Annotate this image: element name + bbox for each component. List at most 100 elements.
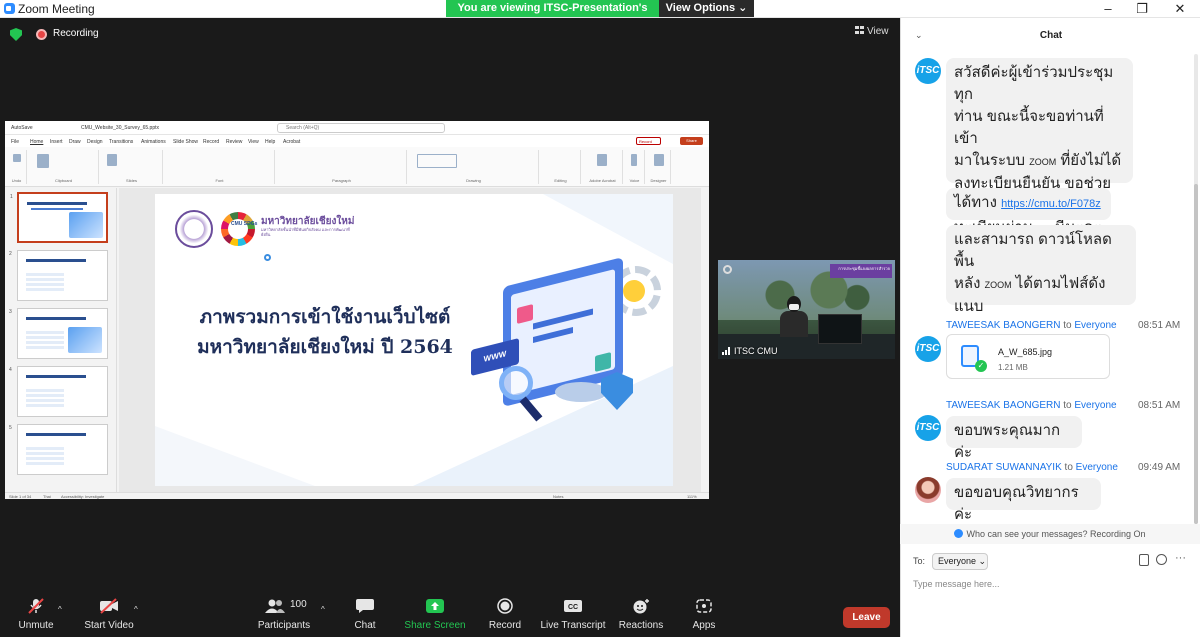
chat-scrollbar[interactable] (1194, 54, 1198, 524)
message-sender: SUDARAT SUWANNAYIK to Everyone (946, 462, 1118, 473)
ppt-autosave-label: AutoSave (11, 125, 33, 131)
meeting-toolbar: Unmute ^ Start Video ^ 100 Participants … (0, 588, 900, 637)
current-slide: CMU SDGs มหาวิทยาลัยเชียงใหม่ มหาวิทยาลั… (155, 194, 673, 486)
security-shield-icon (601, 372, 633, 410)
smiley-icon (623, 280, 645, 302)
message-time: 08:51 AM (1138, 400, 1181, 411)
unmute-button[interactable]: Unmute (14, 598, 58, 634)
user-avatar (915, 477, 941, 503)
ppt-menu-transitions: Transitions (109, 139, 134, 145)
message-sender: TAWEESAK BAONGERN to Everyone (946, 320, 1117, 331)
itsc-avatar: iTSC (915, 415, 941, 441)
monitor (818, 314, 862, 344)
share-screen-icon (425, 598, 445, 614)
notes-label: Notes (553, 494, 564, 499)
smiley-add-icon (631, 598, 651, 614)
record-button[interactable]: Record (486, 598, 524, 634)
view-button[interactable]: View (855, 26, 889, 37)
participants-icon: 100 (264, 598, 307, 614)
slide-thumbnail: 5 (9, 424, 108, 475)
file-name: A_W_685.jpg (998, 347, 1053, 357)
ribbon-group-editing: Editing (541, 150, 581, 184)
slide-title-line1: ภาพรวมการเข้าใช้งานเว็บไซต์ (199, 306, 451, 328)
cmu-seal-logo (175, 210, 213, 248)
audio-options-caret-icon[interactable]: ^ (58, 605, 62, 614)
ribbon-group-font: Font (165, 150, 275, 184)
restore-button[interactable]: ❐ (1126, 0, 1158, 18)
chat-button[interactable]: Chat (350, 598, 380, 634)
encryption-shield-icon[interactable] (10, 28, 22, 41)
share-screen-button[interactable]: Share Screen (404, 598, 466, 634)
ribbon-group-designer: Designer (647, 150, 671, 184)
recipient-select[interactable]: Everyone ⌄ (932, 553, 988, 570)
speaker-figure (780, 296, 808, 337)
more-icon[interactable]: ··· (1175, 552, 1186, 564)
close-window-button[interactable]: ✕ (1164, 0, 1196, 18)
view-options-button[interactable]: View Options ⌄ (659, 0, 754, 17)
chat-header: ⌄ Chat (901, 18, 1200, 52)
ppt-filename: CMU_Website_30_Survey_65.pptx (81, 125, 160, 131)
reactions-button[interactable]: Reactions (618, 598, 664, 634)
svg-text:CC: CC (568, 604, 578, 611)
leave-button[interactable]: Leave (843, 607, 890, 628)
privacy-note-text: Who can see your messages? Recording On (966, 529, 1146, 539)
participants-count: 100 (290, 599, 307, 610)
participants-options-caret-icon[interactable]: ^ (321, 605, 325, 614)
ppt-record-chip: Record (636, 137, 661, 145)
ribbon-group-acrobat: Adobe Acrobat (583, 150, 623, 184)
start-video-button[interactable]: Start Video (84, 598, 134, 634)
ppt-menu-draw: Draw (69, 139, 81, 145)
ribbon-group-voice: Voice (625, 150, 645, 184)
record-icon (495, 598, 515, 614)
live-transcript-button[interactable]: CC Live Transcript (540, 598, 606, 634)
file-attachment-card[interactable]: ✓ A_W_685.jpg 1.21 MB (946, 334, 1110, 379)
slide-count: Slide 1 of 34 (9, 494, 32, 499)
video-options-caret-icon[interactable]: ^ (134, 605, 138, 614)
file-icon[interactable] (1139, 554, 1149, 566)
zoom-app-icon (4, 3, 15, 14)
closed-caption-icon: CC (563, 598, 583, 614)
chat-message-bubble: และสามารถ ดาวน์โหลด พื้น หลัง ZOOM ได้ตา… (946, 225, 1136, 315)
ribbon-group-undo: Undo (7, 150, 27, 184)
recording-icon (36, 29, 47, 40)
registration-link[interactable]: https://cmu.to/F078z (1001, 198, 1101, 210)
apps-button[interactable]: Apps (688, 598, 720, 634)
person-lock-icon (954, 529, 964, 538)
shared-screen[interactable]: AutoSave CMU_Website_30_Survey_65.pptx S… (5, 121, 709, 499)
ppt-ribbon: Undo Clipboard Slides Font Paragraph Dra… (5, 147, 709, 187)
cmu-logo-icon (723, 265, 732, 274)
ppt-share-chip: Share (680, 137, 703, 145)
itsc-avatar: iTSC (915, 58, 941, 84)
slide-thumbnails-pane: 1 2 3 4 5 (5, 188, 117, 492)
view-button-label: View (867, 26, 889, 37)
start-video-label: Start Video (84, 620, 134, 631)
ppt-menu-insert: Insert (50, 139, 63, 145)
ppt-menu-help: Help (265, 139, 276, 145)
ppt-menu-slideshow: Slide Show (173, 139, 199, 145)
participants-button[interactable]: 100 Participants (256, 598, 312, 634)
slide-thumbnail: 4 (9, 366, 108, 417)
chat-message-input[interactable] (913, 576, 1193, 592)
viewing-banner: You are viewing ITSC-Presentation's scre… (446, 0, 659, 31)
acrobat-icon (597, 154, 607, 166)
undo-icon (13, 154, 21, 162)
ppt-menu-view: View (248, 139, 259, 145)
chat-privacy-note[interactable]: Who can see your messages? Recording On (900, 524, 1200, 544)
participants-label: Participants (257, 620, 311, 631)
ribbon-group-paragraph: Paragraph (277, 150, 407, 184)
participant-video-tile[interactable]: การประชุมชี้แจงผลการสำรวจ ITSC CMU (718, 260, 895, 359)
slide-thumbnail: 3 (9, 308, 108, 359)
ppt-quick-access-bar: AutoSave CMU_Website_30_Survey_65.pptx S… (5, 121, 709, 135)
minimize-button[interactable]: – (1092, 0, 1124, 18)
ring-dot-icon (264, 254, 271, 261)
accessibility-label: Accessibility: Investigate (61, 494, 105, 499)
ppt-menu-file: File (11, 139, 20, 145)
magnifier-icon (499, 366, 533, 400)
sdg-logo-text: CMU SDGs (231, 221, 258, 227)
apps-label: Apps (692, 620, 716, 631)
recording-label: Recording (53, 28, 99, 39)
ppt-menu-record: Record (203, 139, 220, 145)
emoji-icon[interactable] (1156, 554, 1167, 565)
ppt-status-bar: Slide 1 of 34 Thai Accessibility: Invest… (5, 492, 709, 499)
chat-bubble-icon (355, 598, 375, 614)
